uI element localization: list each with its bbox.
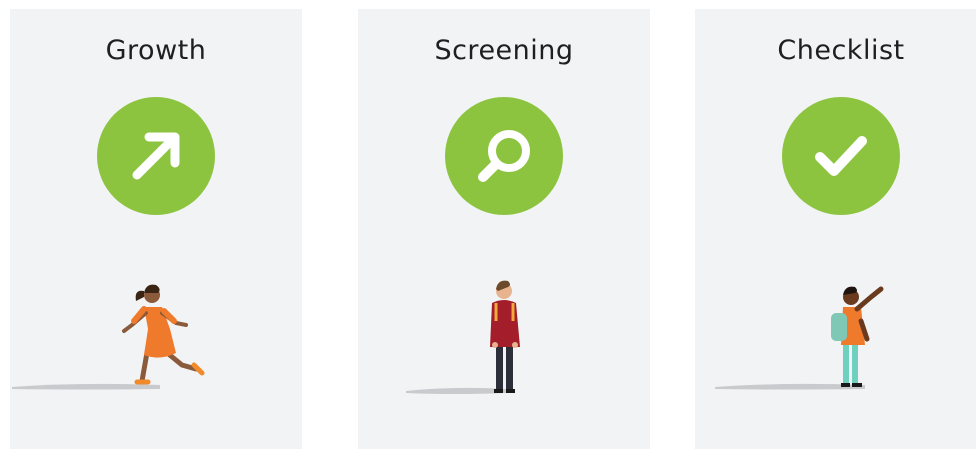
card-title-checklist: Checklist	[777, 35, 905, 66]
screening-card[interactable]: Screening	[358, 9, 650, 449]
child-pointing-illustration	[695, 269, 976, 409]
checkmark-icon	[815, 136, 867, 176]
checklist-button[interactable]	[782, 97, 900, 215]
girl-running-illustration	[10, 269, 302, 409]
checklist-card[interactable]: Checklist	[695, 9, 976, 449]
growth-card[interactable]: Growth	[10, 9, 302, 449]
card-title-growth: Growth	[105, 35, 207, 66]
card-title-screening: Screening	[434, 35, 574, 66]
screening-button[interactable]	[445, 97, 563, 215]
boy-standing-illustration	[358, 269, 650, 409]
magnifying-glass-icon	[478, 130, 530, 182]
arrow-up-right-icon	[132, 132, 180, 180]
growth-button[interactable]	[97, 97, 215, 215]
